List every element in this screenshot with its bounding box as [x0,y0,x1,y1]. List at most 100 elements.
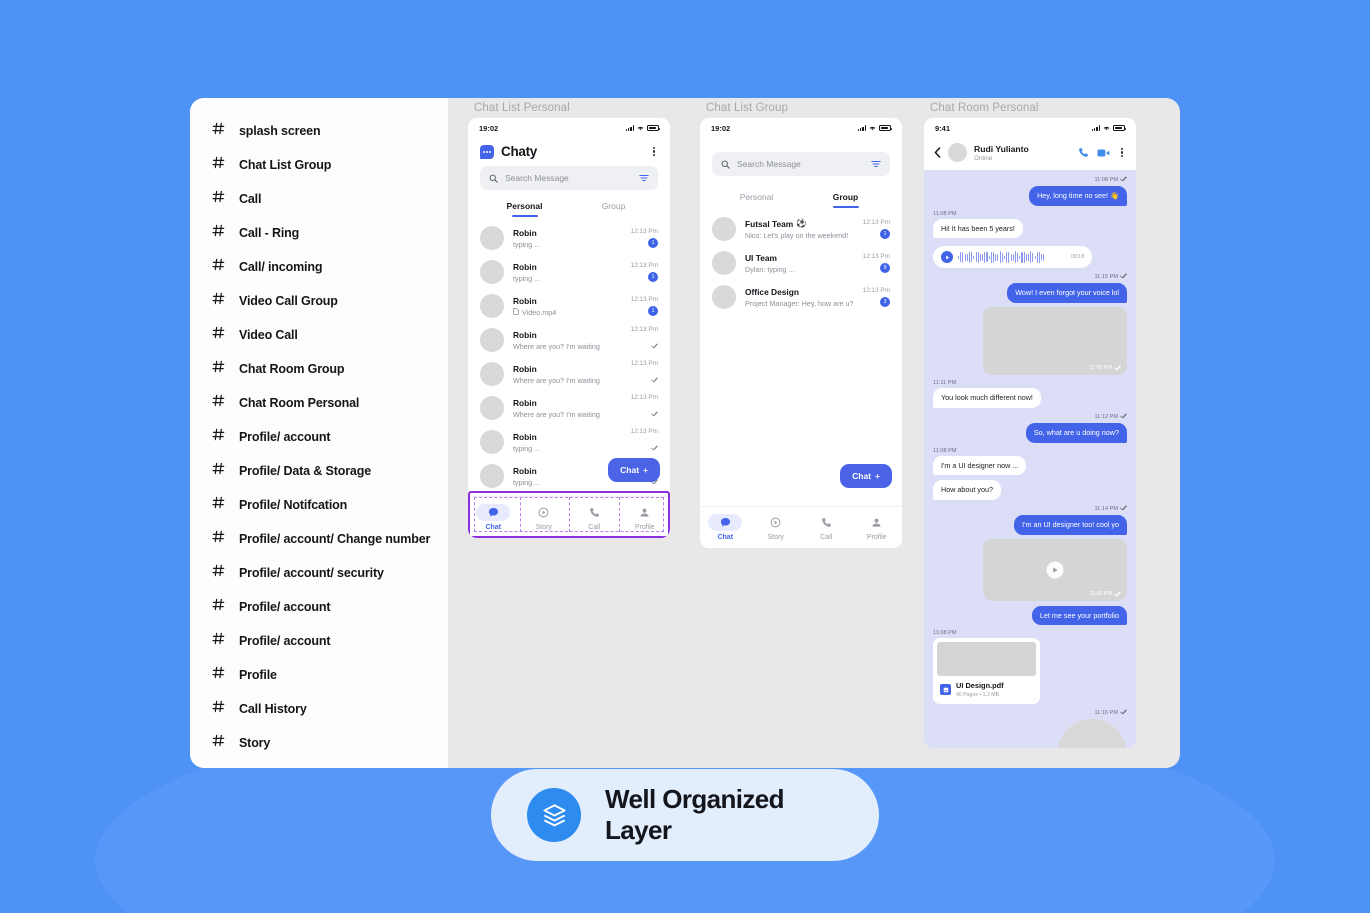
search-bar[interactable]: Search Message [480,166,658,190]
frame2-nav-chat[interactable]: Chat [700,514,751,541]
filter-icon[interactable] [639,174,649,182]
frame1-chat-list[interactable]: Robin typing ... 12:13 Pm 1 Robin typing… [468,217,670,493]
frame1-tabs[interactable]: Personal Group [468,201,670,217]
message-bubble[interactable]: Let me see your portfolio [1031,605,1127,626]
chat-name: Robin [513,329,537,340]
frame2-tabs[interactable]: Personal Group [700,192,902,208]
back-icon[interactable] [934,147,941,158]
chat-list-item[interactable]: Futsal Team ⚽ Nico: Let's play on the wee… [700,212,902,246]
chat-list-item[interactable]: Office Design Project Manager: Hey, how … [700,280,902,314]
chat-list-item[interactable]: UI Team Dylan: typing ... 12:13 Pm 9 [700,246,902,280]
frame2-chat-list[interactable]: Futsal Team ⚽ Nico: Let's play on the wee… [700,208,902,314]
video-icon[interactable] [1097,148,1110,158]
sidebar-item-18[interactable]: Story [190,726,448,760]
status-bar: 19:02 [700,118,902,138]
message-bubble[interactable]: I'm a UI designer now ... [933,455,1027,476]
status-bar: 9:41 [924,118,1136,138]
chat-list-item[interactable]: Robin typing ... 12:13 Pm [468,425,670,459]
frame2-bottom-nav[interactable]: Chat Story Call Profile [700,506,902,548]
sidebar-item-12[interactable]: Profile/ account/ Change number [190,522,448,556]
sidebar-item-label: Profile/ Data & Storage [239,464,371,478]
chat-list-item[interactable]: Robin typing ... 12:13 Pm 1 [468,255,670,289]
play-icon[interactable] [941,251,953,264]
message-bubble[interactable]: How about you? [933,480,1001,501]
frame1-tab-group[interactable]: Group [569,201,658,217]
more-options-icon[interactable] [1118,146,1126,160]
video-attachment[interactable]: 11:08 PM [983,538,1127,601]
sidebar-item-6[interactable]: Video Call [190,318,448,352]
hash-icon [212,428,225,446]
read-tick-icon [651,370,658,388]
story-icon [759,514,793,531]
layers-sidebar[interactable]: splash screen Chat List Group Call Call … [190,98,448,768]
sidebar-item-8[interactable]: Chat Room Personal [190,386,448,420]
image-attachment[interactable]: 11:08 PM [983,307,1127,376]
nav-label: Call [588,524,601,531]
search-bar[interactable]: Search Message [712,152,890,176]
phone-icon[interactable] [1078,147,1089,158]
sidebar-item-17[interactable]: Call History [190,692,448,726]
voice-player[interactable]: 00:18 [933,246,1093,269]
chat-list-item[interactable]: Robin Where are you? I'm waiting 12:13 P… [468,323,670,357]
frame2-nav-story[interactable]: Story [751,514,802,541]
sidebar-item-7[interactable]: Chat Room Group [190,352,448,386]
new-chat-fab[interactable]: Chat + [840,464,892,488]
sidebar-item-5[interactable]: Video Call Group [190,284,448,318]
frame1-nav-chat[interactable]: Chat [468,504,519,531]
chat-preview: typing ... [513,239,541,249]
avatar[interactable] [1057,718,1127,748]
sidebar-item-4[interactable]: Call/ incoming [190,250,448,284]
message-bubble[interactable]: Wow! I even forgot your voice lol [1007,283,1127,304]
sidebar-item-label: Profile/ account/ Change number [239,532,431,546]
message-timestamp: 11:11 PM [933,380,957,387]
contact-info: Rudi Yulianto Online [974,144,1029,162]
frame1-nav-call[interactable]: Call [569,504,620,531]
chat-list-item[interactable]: Robin Where are you? I'm waiting 12:13 P… [468,357,670,391]
message-bubble[interactable]: So, what are u doing now? [1025,422,1127,443]
new-chat-fab[interactable]: Chat + [608,458,660,482]
frame2-tab-group[interactable]: Group [801,192,890,208]
message-bubble[interactable]: I'm an UI designer too! cool yo [1014,515,1127,535]
file-attachment[interactable]: UI Design.pdf 40 Pages • 1.2 MB [933,638,1040,704]
frame2-nav-call[interactable]: Call [801,514,852,541]
sidebar-item-14[interactable]: Profile/ account [190,590,448,624]
chat-time: 12:13 Pm [630,428,658,435]
wifi-icon [1103,126,1110,131]
hash-icon [212,360,225,378]
sidebar-item-11[interactable]: Profile/ Notifcation [190,488,448,522]
chat-name: Futsal Team ⚽ [745,218,807,229]
sidebar-item-3[interactable]: Call - Ring [190,216,448,250]
sidebar-item-13[interactable]: Profile/ account/ security [190,556,448,590]
message-bubble[interactable]: Hi! It has been 5 years! [933,218,1023,239]
sidebar-item-16[interactable]: Profile [190,658,448,692]
filter-icon[interactable] [871,160,881,168]
sidebar-item-0[interactable]: splash screen [190,114,448,148]
chat-list-item[interactable]: Robin Where are you? I'm waiting 12:13 P… [468,391,670,425]
sidebar-item-10[interactable]: Profile/ Data & Storage [190,454,448,488]
sidebar-item-2[interactable]: Call [190,182,448,216]
message-bubble[interactable]: Hey, long time no see! 👋 [1029,186,1127,206]
chat-list-item[interactable]: Robin Video.mp4 12:13 Pm 1 [468,289,670,323]
frame1-nav-profile[interactable]: Profile [620,504,671,531]
frame2-tab-personal[interactable]: Personal [712,192,801,208]
frame2-nav-profile[interactable]: Profile [852,514,903,541]
sidebar-item-9[interactable]: Profile/ account [190,420,448,454]
chat-list-item[interactable]: Robin typing ... 12:13 Pm 1 [468,221,670,255]
frame2-caption: Chat List Group [706,102,789,114]
frame1-nav-story[interactable]: Story [519,504,570,531]
message-bubble[interactable]: You look much different now! [933,388,1041,408]
hash-icon [212,530,225,548]
chat-room-messages[interactable]: 11:08 PM Hey, long time no see! 👋 11:08 PM… [924,170,1136,748]
frame1-bottom-nav[interactable]: Chat Story Call Profile [468,496,670,538]
battery-icon [647,125,660,131]
hash-icon [212,122,225,140]
play-icon[interactable] [1046,561,1064,579]
sidebar-item-15[interactable]: Profile/ account [190,624,448,658]
frame1-tab-personal[interactable]: Personal [480,201,569,217]
more-options-icon[interactable] [650,145,658,159]
chat-icon [476,504,511,521]
chat-name: Robin [513,465,537,476]
search-placeholder: Search Message [737,159,801,169]
sidebar-item-1[interactable]: Chat List Group [190,148,448,182]
chat-preview: Nico: Let's play on the weekend! [745,231,849,240]
